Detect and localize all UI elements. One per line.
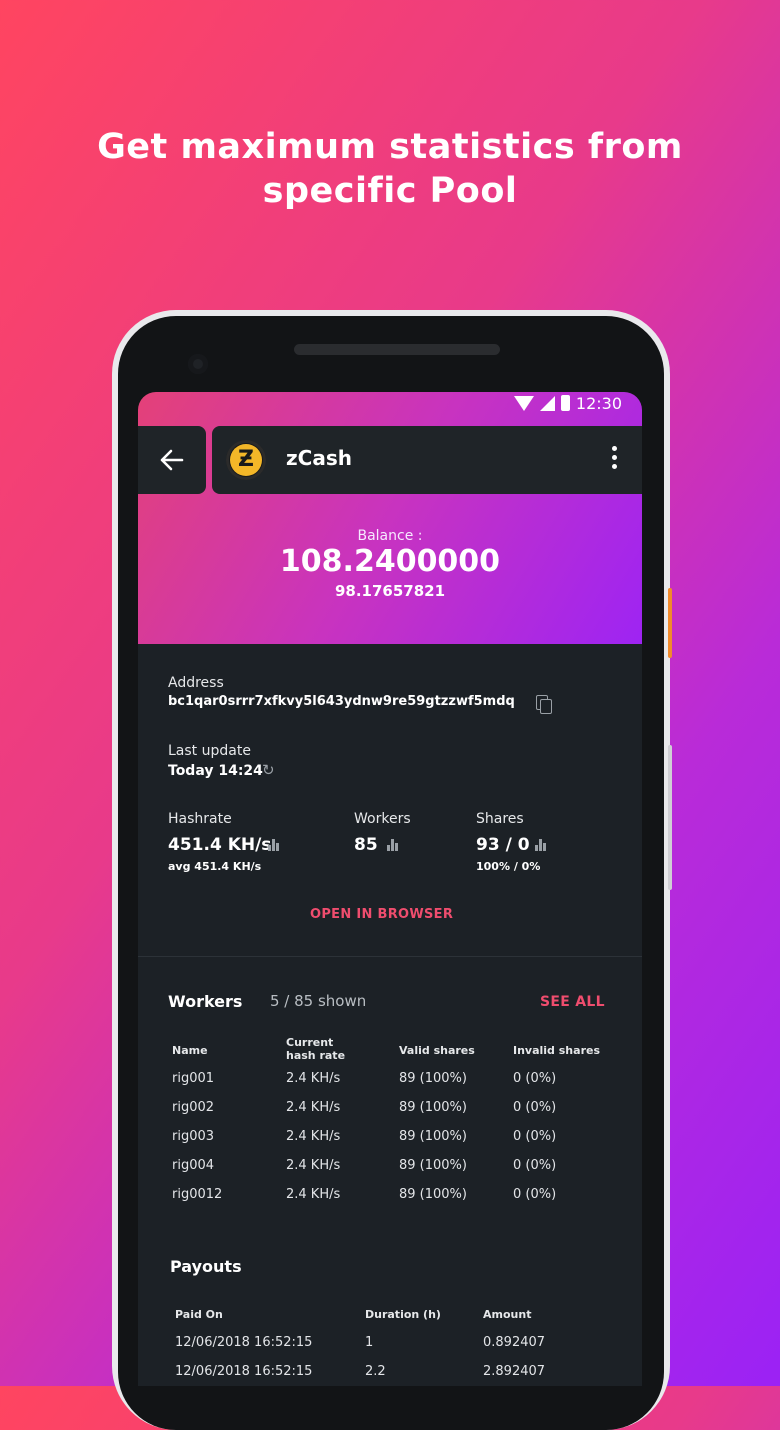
power-button bbox=[668, 588, 672, 658]
hashrate-label: Hashrate bbox=[168, 811, 232, 827]
workers-shown-count: 5 / 85 shown bbox=[270, 992, 367, 1010]
payout-amount: 0.892407 bbox=[483, 1335, 546, 1350]
worker-invalid-shares: 0 (0%) bbox=[513, 1129, 557, 1144]
payout-duration: 2.2 bbox=[365, 1364, 386, 1379]
column-header-current-hash-rate: Current hash rate bbox=[286, 1036, 346, 1062]
payouts-section-title: Payouts bbox=[170, 1257, 242, 1276]
worker-invalid-shares: 0 (0%) bbox=[513, 1158, 557, 1173]
payout-amount: 2.892407 bbox=[483, 1364, 546, 1379]
battery-icon bbox=[560, 395, 570, 411]
balance-value: 108.2400000 bbox=[279, 544, 501, 579]
balance-header: 12:30 Ƶ zCash Balance : 108.2400000 98.1… bbox=[138, 392, 642, 644]
worker-name: rig0012 bbox=[172, 1187, 223, 1202]
address-label: Address bbox=[168, 675, 224, 691]
column-header-duration: Duration (h) bbox=[365, 1308, 441, 1321]
workers-value: 85 bbox=[354, 835, 378, 855]
worker-valid-shares: 89 (100%) bbox=[399, 1071, 467, 1086]
hashrate-average: avg 451.4 KH/s bbox=[168, 860, 262, 873]
address-value: bc1qar0srrr7xfkvy5l643ydnw9re59gtzzwf5md… bbox=[168, 694, 515, 709]
column-header-name: Name bbox=[172, 1044, 208, 1057]
column-header-invalid-shares: Invalid shares bbox=[513, 1044, 600, 1057]
wifi-icon bbox=[513, 395, 534, 411]
worker-valid-shares: 89 (100%) bbox=[399, 1158, 467, 1173]
page-title: zCash bbox=[286, 446, 352, 470]
more-menu-icon[interactable] bbox=[610, 446, 618, 474]
refresh-icon[interactable]: ↻ bbox=[262, 761, 275, 779]
last-update-label: Last update bbox=[168, 743, 251, 759]
worker-hash-rate: 2.4 KH/s bbox=[286, 1100, 341, 1115]
worker-invalid-shares: 0 (0%) bbox=[513, 1187, 557, 1202]
headline-line-2: specific Pool bbox=[262, 171, 518, 211]
section-divider bbox=[138, 956, 642, 957]
worker-name: rig004 bbox=[172, 1158, 215, 1173]
worker-hash-rate: 2.4 KH/s bbox=[286, 1071, 341, 1086]
payout-duration: 1 bbox=[365, 1335, 374, 1350]
status-time: 12:30 bbox=[575, 393, 622, 413]
worker-hash-rate: 2.4 KH/s bbox=[286, 1129, 341, 1144]
worker-valid-shares: 89 (100%) bbox=[399, 1187, 467, 1202]
worker-name: rig003 bbox=[172, 1129, 215, 1144]
worker-hash-rate: 2.4 KH/s bbox=[286, 1158, 341, 1173]
workers-chart-icon[interactable] bbox=[387, 839, 401, 851]
column-header-valid-shares: Valid shares bbox=[399, 1044, 475, 1057]
column-header-amount: Amount bbox=[483, 1308, 532, 1321]
last-update-value: Today 14:24 bbox=[168, 763, 263, 779]
promo-headline: Get maximum statistics from specific Poo… bbox=[0, 125, 780, 213]
arrow-left-icon bbox=[160, 449, 184, 471]
worker-valid-shares: 89 (100%) bbox=[399, 1129, 467, 1144]
signal-icon bbox=[539, 395, 555, 411]
workers-section-title: Workers bbox=[168, 992, 243, 1011]
worker-invalid-shares: 0 (0%) bbox=[513, 1071, 557, 1086]
workers-label: Workers bbox=[354, 811, 411, 827]
column-header-paid-on: Paid On bbox=[175, 1308, 223, 1321]
copy-icon[interactable] bbox=[536, 695, 552, 714]
payout-paid-on: 12/06/2018 16:52:15 bbox=[175, 1335, 313, 1350]
status-bar: 12:30 bbox=[513, 392, 622, 414]
worker-valid-shares: 89 (100%) bbox=[399, 1100, 467, 1115]
front-camera-icon bbox=[188, 354, 208, 374]
hashrate-value: 451.4 KH/s bbox=[168, 835, 272, 855]
worker-name: rig001 bbox=[172, 1071, 215, 1086]
shares-value: 93 / 0 bbox=[476, 835, 530, 855]
worker-name: rig002 bbox=[172, 1100, 215, 1115]
shares-chart-icon[interactable] bbox=[535, 839, 549, 851]
back-button[interactable] bbox=[138, 426, 206, 494]
phone-speaker bbox=[294, 344, 500, 355]
balance-secondary: 98.17657821 bbox=[334, 582, 446, 600]
headline-line-1: Get maximum statistics from bbox=[97, 127, 683, 167]
worker-hash-rate: 2.4 KH/s bbox=[286, 1187, 341, 1202]
payout-paid-on: 12/06/2018 16:52:15 bbox=[175, 1364, 313, 1379]
shares-label: Shares bbox=[476, 811, 524, 827]
volume-button bbox=[668, 745, 672, 890]
app-bar: Ƶ zCash bbox=[212, 426, 642, 494]
worker-invalid-shares: 0 (0%) bbox=[513, 1100, 557, 1115]
shares-percent: 100% / 0% bbox=[476, 860, 541, 873]
app-screen: 12:30 Ƶ zCash Balance : 108.2400000 98.1… bbox=[138, 392, 642, 1386]
see-all-workers-button[interactable]: SEE ALL bbox=[540, 994, 605, 1010]
balance-label: Balance : bbox=[357, 528, 423, 544]
open-in-browser-button[interactable]: OPEN IN BROWSER bbox=[310, 907, 453, 922]
hashrate-chart-icon[interactable] bbox=[268, 839, 282, 851]
zcash-coin-icon: Ƶ bbox=[226, 440, 266, 480]
